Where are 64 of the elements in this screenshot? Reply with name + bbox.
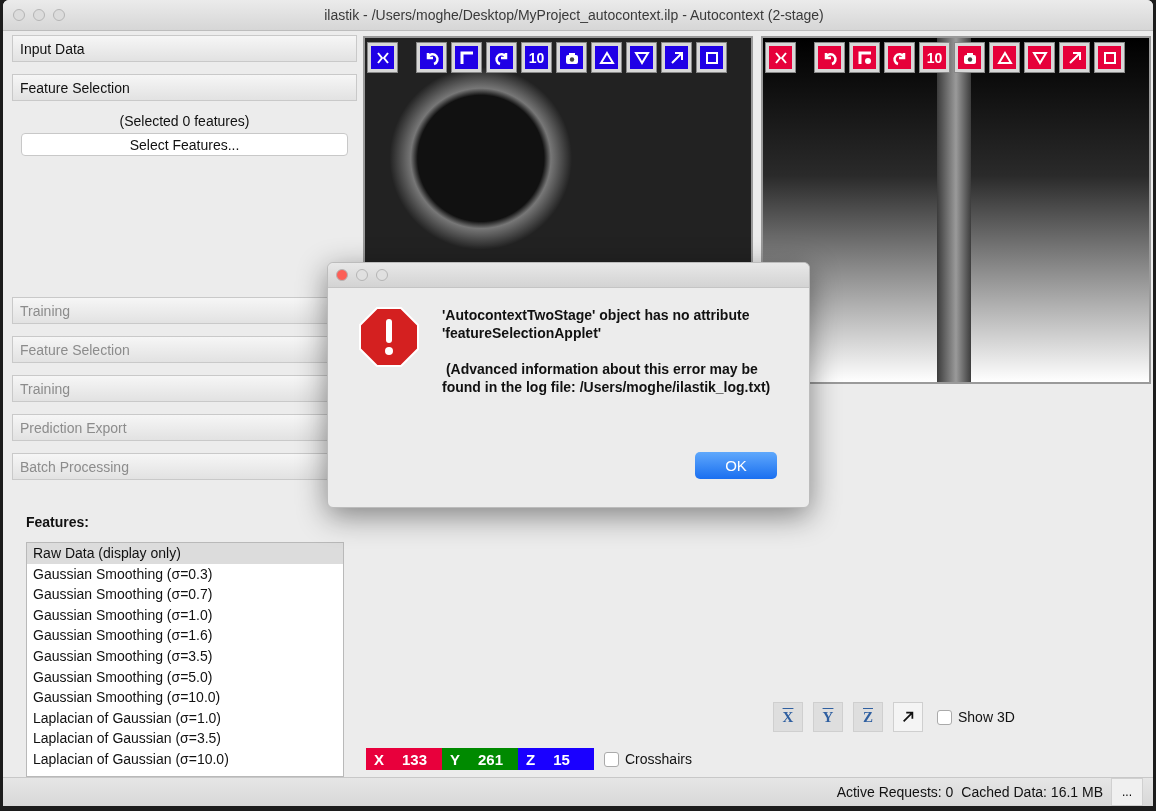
feature-list-item[interactable]: Raw Data (display only) (27, 543, 343, 564)
feature-list-item[interactable]: Laplacian of Gaussian (σ=3.5) (27, 728, 343, 749)
tool-button[interactable] (417, 43, 446, 72)
square-icon (1101, 49, 1118, 66)
active-requests-text: Active Requests: 0 (836, 784, 954, 800)
up-triangle-icon (598, 49, 615, 66)
feature-list-item[interactable]: Gaussian Smoothing (σ=1.0) (27, 604, 343, 626)
maximize-button[interactable] (893, 702, 923, 732)
select-features-button[interactable]: Select Features... (21, 133, 348, 156)
applet-header[interactable]: Feature Selection (12, 74, 357, 101)
tool-button[interactable] (487, 43, 516, 72)
feature-list-item[interactable]: Laplacian of Gaussian (σ=10.0) (27, 748, 343, 770)
axis-view-button[interactable]: X (773, 702, 803, 732)
selected-features-count: (Selected 0 features) (119, 113, 250, 129)
feature-list-item[interactable]: Gaussian Smoothing (σ=3.5) (27, 645, 343, 667)
show-3d-checkbox[interactable] (937, 709, 952, 725)
tool-button[interactable] (815, 43, 844, 72)
coordinate-field[interactable]: Y 261 (442, 748, 518, 770)
coordinate-field[interactable]: Z 15 (518, 748, 594, 770)
up-triangle-icon (996, 49, 1013, 66)
crosshairs-checkbox[interactable] (604, 751, 619, 767)
window-title: ilastik - /Users/moghe/Desktop/MyProject_autocontext.ilp - Autocontext (2-stage) (323, 7, 825, 23)
square-icon (703, 49, 720, 66)
tool-button[interactable] (850, 43, 879, 72)
more-button[interactable]: ... (1111, 778, 1143, 806)
zoom-button[interactable]: 10 (920, 43, 949, 72)
tool-button[interactable] (1060, 43, 1089, 72)
tool-button[interactable] (990, 43, 1019, 72)
show-3d-label: Show 3D (958, 709, 1015, 725)
tool-button[interactable] (697, 43, 726, 72)
tool-button[interactable] (627, 43, 656, 72)
tool-button[interactable] (766, 43, 795, 72)
feature-list-item[interactable]: Gaussian Smoothing (σ=0.3) (27, 563, 343, 585)
tool-button[interactable] (452, 43, 481, 72)
tool-button[interactable] (955, 43, 984, 72)
diagonal-arrow-icon (901, 710, 915, 724)
feature-list-item[interactable]: Gaussian Smoothing (σ=10.0) (27, 687, 343, 708)
tool-button[interactable] (1095, 43, 1124, 72)
error-message: 'AutocontextTwoStage' object has no attribute 'featureSelectionApplet' (442, 306, 751, 342)
crosshairs-label: Crosshairs (625, 751, 692, 767)
corner-dot-icon (856, 49, 873, 66)
tool-button[interactable] (557, 43, 586, 72)
zoom-button[interactable]: 10 (522, 43, 551, 72)
features-title: Features: (26, 514, 91, 530)
applet-header[interactable]: Input Data (12, 35, 357, 62)
tool-button[interactable] (368, 43, 397, 72)
tool-button[interactable] (1025, 43, 1054, 72)
error-stop-icon (358, 306, 420, 368)
tool-button[interactable] (885, 43, 914, 72)
tool-button[interactable] (662, 43, 691, 72)
feature-list-item[interactable]: Gaussian Smoothing (σ=1.6) (27, 625, 343, 646)
axis-view-button[interactable]: Z (853, 702, 883, 732)
tool-button[interactable] (592, 43, 621, 72)
down-triangle-icon (633, 49, 650, 66)
feature-list-item[interactable]: Gaussian Smoothing (σ=5.0) (27, 666, 343, 688)
coordinate-field[interactable]: X 133 (366, 748, 442, 770)
axis-view-button[interactable]: Y (813, 702, 843, 732)
error-detail: (Advanced information about this error may be found in the log file: /Users/moghe/ilastik_log.txt) (442, 360, 772, 396)
close-button[interactable] (336, 269, 348, 281)
down-triangle-icon (1031, 49, 1048, 66)
feature-list-item[interactable]: Gaussian Smoothing (σ=0.7) (27, 584, 343, 605)
corner-icon (458, 49, 475, 66)
cached-data-text: Cached Data: 16.1 MB (961, 784, 1103, 800)
feature-list-item[interactable]: Laplacian of Gaussian (σ=1.0) (27, 707, 343, 729)
